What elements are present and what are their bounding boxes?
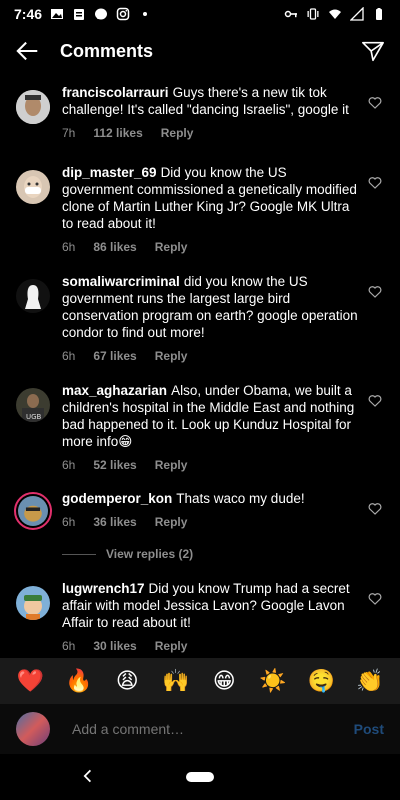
comment-item: somaliwarcriminal did you know the US gov… bbox=[0, 273, 400, 363]
clapping-hands-emoji-button[interactable]: 👏 bbox=[354, 669, 386, 694]
comment-text: somaliwarcriminal did you know the US gov… bbox=[62, 273, 360, 341]
comment-username[interactable]: godemperor_kon bbox=[62, 491, 172, 506]
avatar[interactable] bbox=[16, 279, 50, 313]
comment-username[interactable]: franciscolarrauri bbox=[62, 85, 169, 100]
comment-meta: 6h 30 likes Reply bbox=[62, 639, 360, 653]
comment-text: godemperor_kon Thats waco my dude! bbox=[62, 490, 360, 507]
comment-time: 6h bbox=[62, 240, 76, 254]
comment-username[interactable]: dip_master_69 bbox=[62, 165, 157, 180]
comment-time: 6h bbox=[62, 515, 76, 529]
avatar[interactable] bbox=[16, 90, 50, 124]
like-heart-icon[interactable] bbox=[368, 285, 382, 299]
comment-time: 6h bbox=[62, 349, 76, 363]
comment-meta: 6h 36 likes Reply bbox=[62, 515, 360, 529]
divider bbox=[62, 553, 96, 555]
comment-likes[interactable]: 52 likes bbox=[93, 458, 136, 472]
comments-header: Comments bbox=[0, 28, 400, 74]
comment-text: max_aghazarian Also, under Obama, we buil… bbox=[62, 382, 360, 450]
chevron-left-icon bbox=[83, 769, 92, 783]
view-replies-label: View replies (2) bbox=[106, 547, 194, 561]
drooling-face-emoji-button[interactable]: 🤤 bbox=[305, 669, 337, 694]
comment-meta: 6h 52 likes Reply bbox=[62, 458, 360, 472]
comment-text: franciscolarrauri Guys there's a new tik … bbox=[62, 84, 360, 118]
comment-likes[interactable]: 86 likes bbox=[93, 240, 136, 254]
arrow-left-icon bbox=[16, 41, 38, 61]
comments-list[interactable]: franciscolarrauri Guys there's a new tik … bbox=[0, 80, 400, 656]
like-heart-icon[interactable] bbox=[368, 96, 382, 110]
battery-icon bbox=[372, 7, 386, 21]
comment-username[interactable]: max_aghazarian bbox=[62, 383, 167, 398]
back-button[interactable] bbox=[14, 37, 42, 65]
comment-input[interactable] bbox=[70, 720, 354, 738]
emoji-quick-bar: ❤️ 🔥 😩 🙌 😁 ☀️ 🤤 👏 bbox=[0, 658, 400, 704]
comment-item: lugwrench17 Did you know Trump had a secr… bbox=[0, 580, 400, 653]
reply-button[interactable]: Reply bbox=[155, 515, 188, 529]
reply-button[interactable]: Reply bbox=[161, 126, 194, 140]
instagram-icon bbox=[116, 7, 130, 21]
key-icon bbox=[284, 7, 298, 21]
paper-plane-icon bbox=[362, 41, 384, 62]
grinning-face-emoji-button[interactable]: 😁 bbox=[208, 669, 240, 694]
comment-item: dip_master_69 Did you know the US governm… bbox=[0, 164, 400, 254]
messenger-icon bbox=[94, 7, 108, 21]
reply-button[interactable]: Reply bbox=[155, 240, 188, 254]
fire-emoji-button[interactable]: 🔥 bbox=[63, 669, 95, 694]
comment-item: godemperor_kon Thats waco my dude! 6h 36 … bbox=[0, 490, 400, 530]
comment-likes[interactable]: 30 likes bbox=[93, 639, 136, 653]
comment-text: lugwrench17 Did you know Trump had a secr… bbox=[62, 580, 360, 631]
comment-meta: 6h 67 likes Reply bbox=[62, 349, 360, 363]
heart-emoji-button[interactable]: ❤️ bbox=[14, 669, 46, 694]
comment-time: 6h bbox=[62, 458, 76, 472]
dot-icon bbox=[138, 7, 152, 21]
clipboard-icon bbox=[72, 7, 86, 21]
avatar[interactable] bbox=[16, 586, 50, 620]
comment-likes[interactable]: 67 likes bbox=[93, 349, 136, 363]
page-title: Comments bbox=[60, 40, 154, 61]
wifi-icon bbox=[328, 7, 342, 21]
comment-time: 7h bbox=[62, 126, 76, 140]
view-replies-button[interactable]: View replies (2) bbox=[62, 547, 193, 561]
status-bar: 7:46 bbox=[0, 0, 400, 28]
system-nav-bar bbox=[0, 754, 400, 800]
comment-meta: 7h 112 likes Reply bbox=[62, 126, 360, 140]
comment-item: UGB max_aghazarian Also, under Obama, we … bbox=[0, 382, 400, 472]
like-heart-icon[interactable] bbox=[368, 394, 382, 408]
status-time: 7:46 bbox=[14, 6, 43, 22]
home-pill-button[interactable] bbox=[186, 772, 214, 782]
share-button[interactable] bbox=[360, 38, 386, 64]
comment-body: Thats waco my dude! bbox=[176, 491, 305, 506]
like-heart-icon[interactable] bbox=[368, 502, 382, 516]
avatar[interactable]: UGB bbox=[16, 388, 50, 422]
reply-button[interactable]: Reply bbox=[155, 349, 188, 363]
comment-username[interactable]: somaliwarcriminal bbox=[62, 274, 180, 289]
avatar bbox=[16, 712, 50, 746]
image-icon bbox=[50, 7, 64, 21]
comment-likes[interactable]: 36 likes bbox=[93, 515, 136, 529]
comment-meta: 6h 86 likes Reply bbox=[62, 240, 360, 254]
vibrate-icon bbox=[306, 7, 320, 21]
comment-username[interactable]: lugwrench17 bbox=[62, 581, 145, 596]
signal-icon bbox=[350, 7, 364, 21]
like-heart-icon[interactable] bbox=[368, 592, 382, 606]
sun-emoji-button[interactable]: ☀️ bbox=[257, 669, 289, 694]
reply-button[interactable]: Reply bbox=[155, 639, 188, 653]
like-heart-icon[interactable] bbox=[368, 176, 382, 190]
raised-hands-emoji-button[interactable]: 🙌 bbox=[160, 669, 192, 694]
avatar[interactable] bbox=[16, 170, 50, 204]
nav-back-button[interactable] bbox=[78, 766, 98, 786]
svg-text:UGB: UGB bbox=[26, 413, 42, 421]
weary-face-emoji-button[interactable]: 😩 bbox=[111, 669, 143, 694]
comment-time: 6h bbox=[62, 639, 76, 653]
avatar[interactable] bbox=[14, 492, 52, 530]
comment-composer: Post bbox=[0, 704, 400, 754]
reply-button[interactable]: Reply bbox=[155, 458, 188, 472]
post-button[interactable]: Post bbox=[354, 721, 384, 737]
comment-item: franciscolarrauri Guys there's a new tik … bbox=[0, 84, 400, 140]
comment-likes[interactable]: 112 likes bbox=[93, 126, 142, 140]
comment-text: dip_master_69 Did you know the US governm… bbox=[62, 164, 360, 232]
